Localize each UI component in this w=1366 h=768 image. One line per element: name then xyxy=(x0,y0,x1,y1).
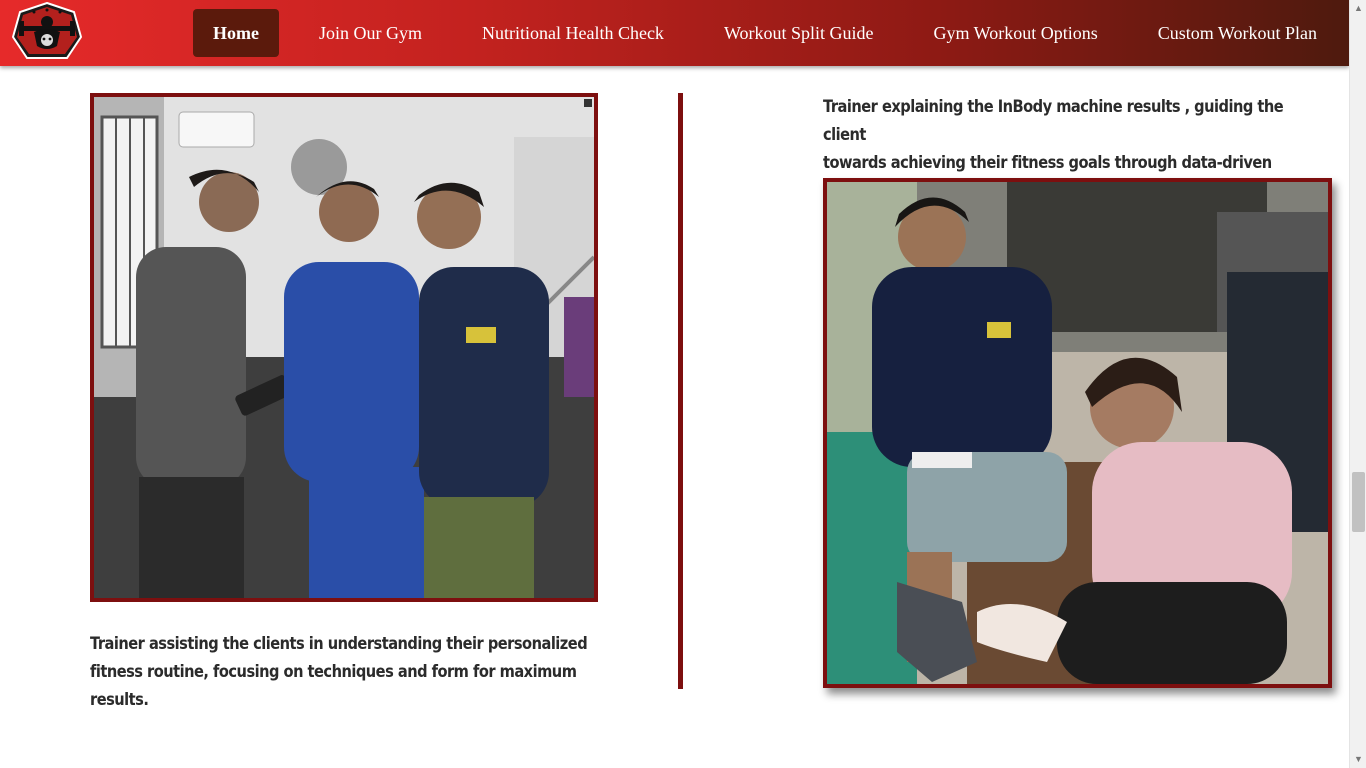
top-navbar: Home Join Our Gym Nutritional Health Che… xyxy=(0,0,1349,66)
caption-line: Trainer explaining the InBody machine re… xyxy=(823,97,1284,145)
caption-line: Trainer assisting the clients in underst… xyxy=(90,634,588,654)
scroll-down-arrow-icon[interactable]: ▼ xyxy=(1350,751,1366,768)
column-divider xyxy=(678,93,683,689)
nav-item-nutritional-health-check[interactable]: Nutritional Health Check xyxy=(462,9,684,57)
trainer-inbody-results-photo xyxy=(823,178,1332,688)
nav-item-custom-workout-plan[interactable]: Custom Workout Plan xyxy=(1138,9,1337,57)
scrollbar-thumb[interactable] xyxy=(1352,472,1365,532)
trainer-assisting-clients-photo xyxy=(90,93,598,602)
caption-line: fitness routine, focusing on techniques … xyxy=(90,662,577,710)
nav-item-gym-workout-options[interactable]: Gym Workout Options xyxy=(913,9,1117,57)
left-photo-caption: Trainer assisting the clients in underst… xyxy=(90,630,610,714)
page: Home Join Our Gym Nutritional Health Che… xyxy=(0,0,1366,768)
nav-item-join-our-gym[interactable]: Join Our Gym xyxy=(299,9,442,57)
nav-item-home[interactable]: Home xyxy=(193,9,279,57)
scroll-up-arrow-icon[interactable]: ▲ xyxy=(1350,0,1366,17)
nav-menu: Home Join Our Gym Nutritional Health Che… xyxy=(193,9,1337,57)
bodybuilder-logo-icon[interactable] xyxy=(11,1,83,62)
vertical-scrollbar[interactable]: ▲ ▼ xyxy=(1349,0,1366,768)
nav-item-workout-split-guide[interactable]: Workout Split Guide xyxy=(704,9,894,57)
